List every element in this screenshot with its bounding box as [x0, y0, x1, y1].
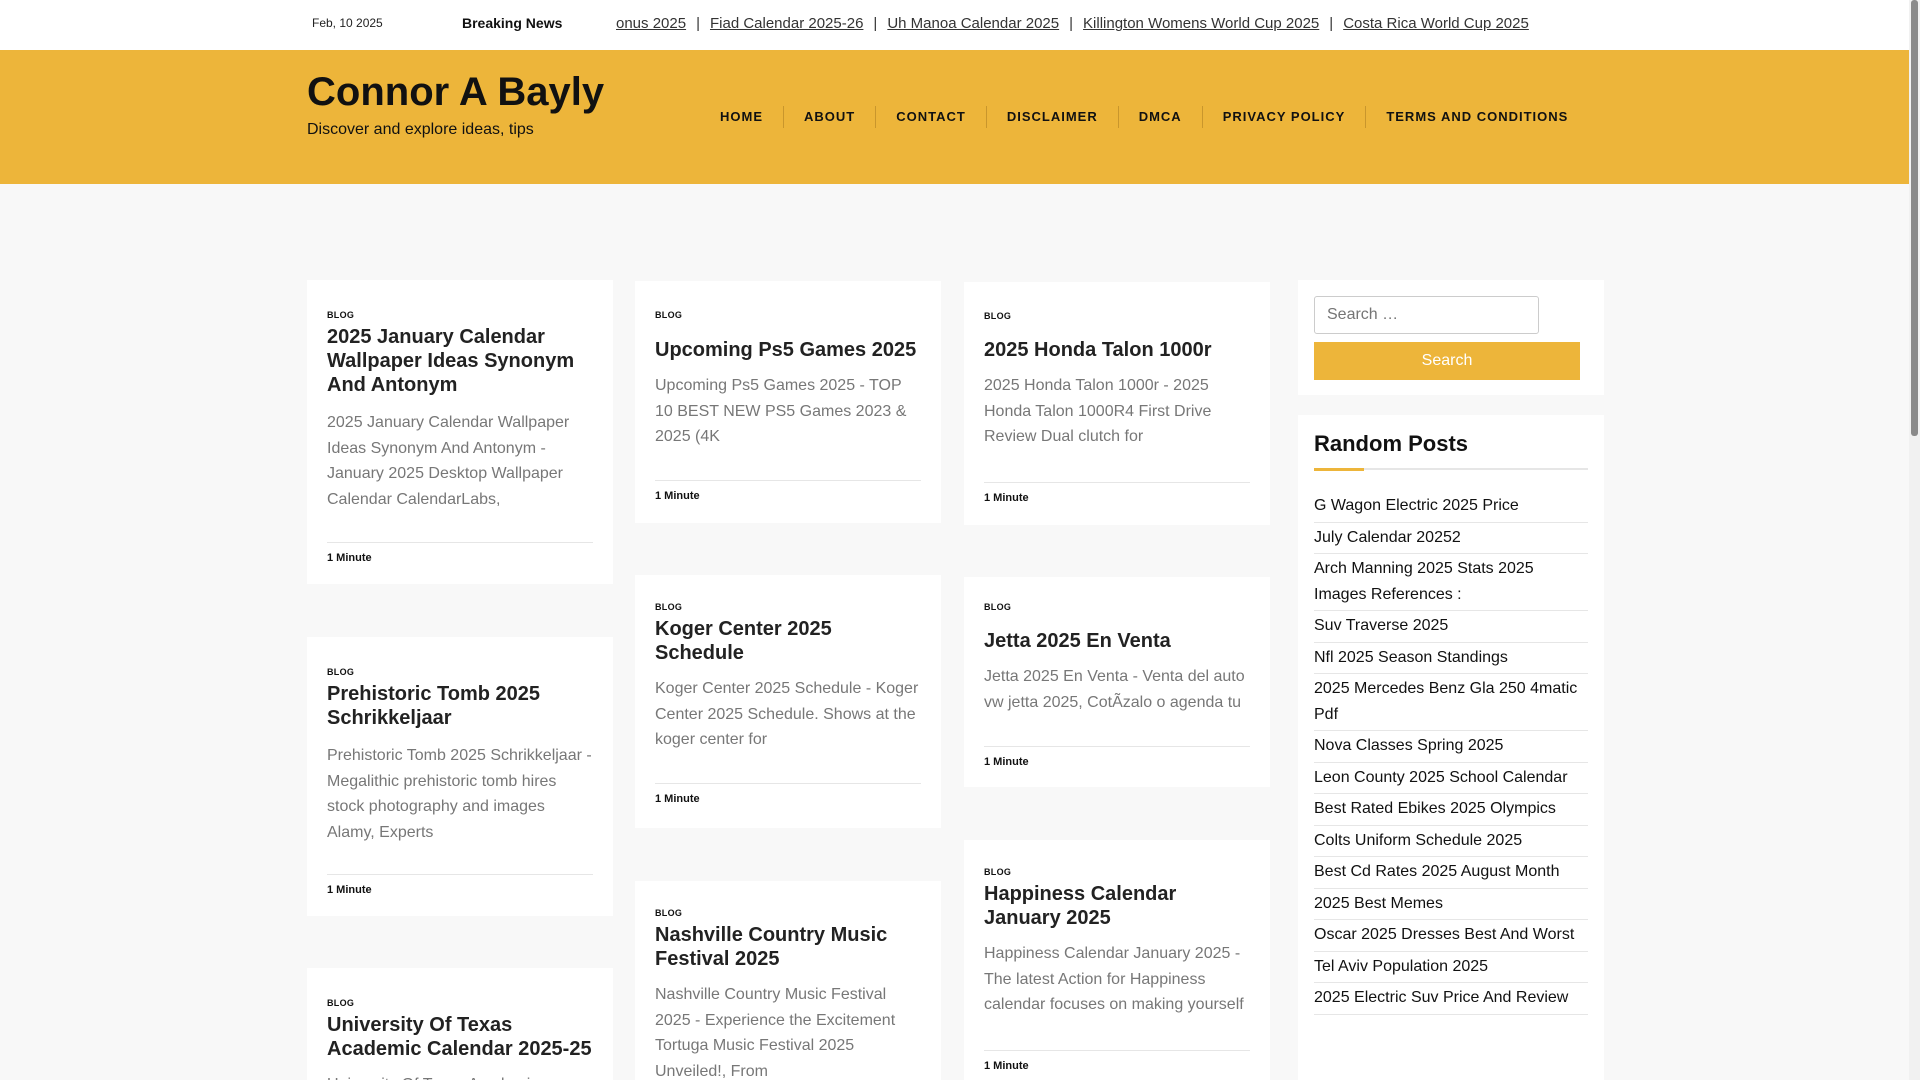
post-title[interactable]: 2025 January Calendar Wallpaper Ideas Sy… — [327, 325, 593, 397]
random-post-link[interactable]: G Wagon Electric 2025 Price — [1314, 491, 1588, 523]
random-post-link[interactable]: Nfl 2025 Season Standings — [1314, 643, 1588, 674]
random-post-link[interactable]: Best Rated Ebikes 2025 Olympics — [1314, 794, 1588, 826]
site-tagline: Discover and explore ideas, tips — [307, 121, 534, 138]
post-title[interactable]: Happiness Calendar January 2025 — [984, 882, 1250, 930]
card-divider — [984, 746, 1250, 747]
card-divider — [984, 1050, 1250, 1051]
scrollbar-thumb[interactable] — [1911, 0, 1918, 436]
post-excerpt: 2025 January Calendar Wallpaper Ideas Sy… — [327, 414, 570, 508]
search-button[interactable]: Search — [1314, 342, 1580, 380]
random-post-link[interactable]: Colts Uniform Schedule 2025 — [1314, 826, 1588, 857]
nav-home[interactable]: HOME — [700, 106, 784, 128]
random-post-link[interactable]: Best Cd Rates 2025 August Month — [1314, 857, 1588, 889]
post-excerpt: University Of Texas Academic — [327, 1072, 593, 1080]
site-header: Connor A Bayly Discover and explore idea… — [0, 50, 1909, 184]
post-excerpt: Prehistoric Tomb 2025 Schrikkeljaar - Me… — [327, 747, 592, 841]
card-divider — [327, 874, 593, 875]
ticker-link[interactable]: Uh Manoa Calendar 2025 — [887, 15, 1059, 32]
ticker-separator: | — [696, 15, 700, 32]
random-post-link[interactable]: Tel Aviv Population 2025 — [1314, 952, 1588, 983]
nav-disclaimer[interactable]: DISCLAIMER — [987, 106, 1119, 128]
post-category[interactable]: BLOG — [655, 602, 682, 612]
read-time: 1 Minute — [655, 793, 700, 805]
post-card: BLOG 2025 Honda Talon 1000r 2025 Honda T… — [964, 282, 1270, 525]
random-posts-widget: Random Posts G Wagon Electric 2025 Price… — [1298, 415, 1604, 1080]
random-posts-list: G Wagon Electric 2025 Price July Calenda… — [1314, 491, 1588, 1015]
post-excerpt: Upcoming Ps5 Games 2025 - TOP 10 BEST NE… — [655, 377, 907, 445]
ticker-link[interactable]: Fiad Calendar 2025-26 — [710, 15, 863, 32]
post-excerpt: Jetta 2025 En Venta - Venta del auto vw … — [984, 668, 1245, 711]
post-title[interactable]: 2025 Honda Talon 1000r — [984, 338, 1250, 362]
post-title[interactable]: Jetta 2025 En Venta — [984, 629, 1250, 653]
ticker-link[interactable]: onus 2025 — [616, 15, 686, 32]
card-divider — [655, 480, 921, 481]
ticker-link[interactable]: Costa Rica World Cup 2025 — [1343, 15, 1529, 32]
post-category[interactable]: BLOG — [327, 310, 354, 320]
post-excerpt: 2025 Honda Talon 1000r - 2025 Honda Talo… — [984, 377, 1212, 445]
read-time: 1 Minute — [655, 490, 700, 502]
post-excerpt: Nashville Country Music Festival 2025 - … — [655, 986, 896, 1080]
post-category[interactable]: BLOG — [984, 602, 1011, 612]
post-card: BLOG 2025 January Calendar Wallpaper Ide… — [307, 280, 613, 584]
random-post-link[interactable]: 2025 Mercedes Benz Gla 250 4matic Pdf — [1314, 674, 1588, 731]
post-category[interactable]: BLOG — [327, 998, 354, 1008]
search-widget: Search — [1298, 280, 1604, 395]
post-excerpt: Koger Center 2025 Schedule - Koger Cente… — [655, 680, 919, 748]
post-card: BLOG Nashville Country Music Festival 20… — [635, 881, 941, 1080]
random-post-link[interactable]: Nova Classes Spring 2025 — [1314, 731, 1588, 763]
read-time: 1 Minute — [984, 756, 1029, 768]
post-card: BLOG University Of Texas Academic Calend… — [307, 968, 613, 1080]
post-title[interactable]: Prehistoric Tomb 2025 Schrikkeljaar — [327, 682, 593, 730]
random-post-link[interactable]: Suv Traverse 2025 — [1314, 611, 1588, 643]
widget-title: Random Posts — [1314, 431, 1469, 456]
post-title[interactable]: Nashville Country Music Festival 2025 — [655, 923, 921, 971]
top-bar: Feb, 10 2025 Breaking News onus 2025 | F… — [0, 0, 1909, 50]
post-category[interactable]: BLOG — [327, 667, 354, 677]
breaking-news-label: Breaking News — [462, 15, 563, 31]
ticker-link[interactable]: Killington Womens World Cup 2025 — [1083, 15, 1319, 32]
card-divider — [984, 482, 1250, 483]
nav-contact[interactable]: CONTACT — [876, 106, 987, 128]
ticker-separator: | — [873, 15, 878, 32]
current-date: Feb, 10 2025 — [312, 16, 383, 30]
random-post-link[interactable]: July Calendar 20252 — [1314, 523, 1588, 554]
nav-privacy-policy[interactable]: PRIVACY POLICY — [1203, 106, 1367, 128]
post-category[interactable]: BLOG — [655, 908, 682, 918]
post-category[interactable]: BLOG — [655, 310, 682, 320]
random-post-link[interactable]: 2025 Electric Suv Price And Review — [1314, 983, 1588, 1015]
random-post-link[interactable]: 2025 Best Memes — [1314, 889, 1588, 920]
post-card: BLOG Koger Center 2025 Schedule Koger Ce… — [635, 575, 941, 828]
ticker-separator: | — [1069, 15, 1074, 32]
card-divider — [327, 542, 593, 543]
post-card: BLOG Happiness Calendar January 2025 Hap… — [964, 840, 1270, 1080]
page-scrollbar[interactable] — [1909, 0, 1920, 1080]
post-title[interactable]: Upcoming Ps5 Games 2025 — [655, 338, 921, 362]
nav-terms-and-conditions[interactable]: TERMS AND CONDITIONS — [1366, 106, 1588, 128]
post-card: BLOG Jetta 2025 En Venta Jetta 2025 En V… — [964, 577, 1270, 787]
main-nav: HOME ABOUT CONTACT DISCLAIMER DMCA PRIVA… — [700, 106, 1588, 128]
nav-about[interactable]: ABOUT — [784, 106, 877, 128]
random-post-link[interactable]: Oscar 2025 Dresses Best And Worst — [1314, 920, 1588, 952]
nav-dmca[interactable]: DMCA — [1119, 106, 1203, 128]
post-title[interactable]: Koger Center 2025 Schedule — [655, 617, 921, 665]
read-time: 1 Minute — [984, 1060, 1029, 1072]
read-time: 1 Minute — [984, 492, 1029, 504]
ticker-separator: | — [1329, 15, 1334, 32]
card-divider — [655, 783, 921, 784]
read-time: 1 Minute — [327, 552, 372, 564]
post-category[interactable]: BLOG — [984, 311, 1011, 321]
search-input[interactable] — [1314, 296, 1539, 334]
news-ticker: onus 2025 | Fiad Calendar 2025-26 | Uh M… — [616, 0, 1621, 50]
read-time: 1 Minute — [327, 884, 372, 896]
random-post-link[interactable]: Arch Manning 2025 Stats 2025 Images Refe… — [1314, 554, 1588, 611]
post-category[interactable]: BLOG — [984, 867, 1011, 877]
post-title[interactable]: University Of Texas Academic Calendar 20… — [327, 1013, 593, 1061]
random-post-link[interactable]: Leon County 2025 School Calendar — [1314, 763, 1588, 794]
post-card: BLOG Prehistoric Tomb 2025 Schrikkeljaar… — [307, 637, 613, 916]
post-card: BLOG Upcoming Ps5 Games 2025 Upcoming Ps… — [635, 281, 941, 523]
widget-title-underline — [1314, 468, 1588, 471]
post-excerpt: Happiness Calendar January 2025 - The la… — [984, 945, 1244, 1013]
site-title[interactable]: Connor A Bayly — [307, 70, 604, 115]
